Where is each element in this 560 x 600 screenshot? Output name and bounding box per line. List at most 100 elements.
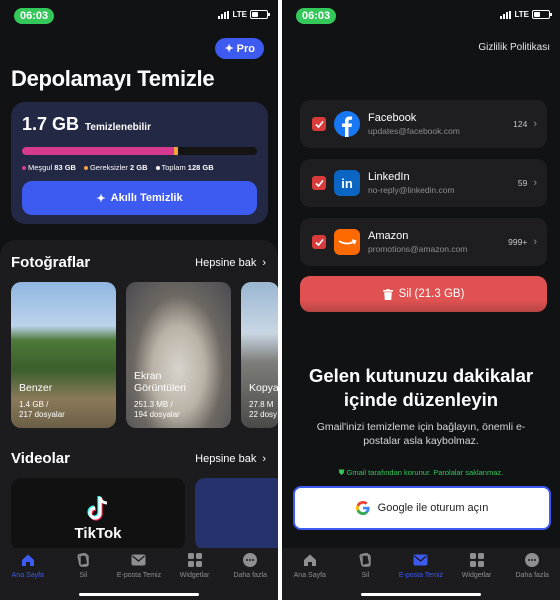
sender-name: LinkedIn [368,171,410,183]
legend-busy-value: 83 GB [54,163,76,172]
home-indicator [361,593,481,596]
photos-see-all-link[interactable]: Hepsine bak › [195,257,266,269]
photo-card-count: 194 dosyalar [134,410,180,419]
home-icon [303,552,317,568]
photo-card-screenshots[interactable]: Ekran Görüntüleri 251.3 MB / 194 dosyala… [126,282,231,428]
videos-header: Videolar Hepsine bak › [11,450,266,467]
cleanable-value: 1.7 GB [22,114,80,134]
email-clean-screen: 06:03 LTE Gizlilik Politikası Facebook u… [282,0,560,600]
facebook-logo-icon [334,111,360,137]
cards-icon [76,552,90,568]
sender-row-amazon[interactable]: Amazon promotions@amazon.com 999+ › [300,218,547,266]
chevron-right-icon: › [262,452,266,465]
signal-icon [218,10,230,19]
checkbox[interactable] [312,117,326,131]
amazon-logo-icon [334,229,360,255]
tab-label: Sil [361,572,370,579]
legend-unnecessary-value: 2 GB [130,163,148,172]
storage-bar [22,147,257,155]
see-all-label: Hepsine bak [195,452,257,465]
security-note-text: Gmail tarafından korunur. Parolalar sakl… [346,468,504,477]
photo-card-name: Ekran Görüntüleri [134,370,186,394]
status-bar: 06:03 LTE [0,8,278,24]
google-logo-icon [355,501,370,515]
security-note: ⛊ Gmail tarafından korunur. Parolalar sa… [282,468,560,478]
photo-card-count: 217 dosyalar [19,410,65,419]
tab-home[interactable]: Ana Sayfa [282,548,338,600]
tab-more[interactable]: Daha fazla [504,548,560,600]
checkbox[interactable] [312,235,326,249]
sender-email: updates@facebook.com [368,126,460,136]
sender-email: no-reply@linkedin.com [368,185,455,195]
tab-label: Widgetlar [461,572,492,579]
tab-bar: Ana Sayfa Sil E-posta Temiz Widgetlar Da… [282,548,560,600]
legend-total: Toplam 128 GB [155,163,214,172]
chevron-right-icon: › [533,118,537,130]
cleanable-summary: 1.7 GB Temizlenebilir [22,114,257,135]
hero-title: Gelen kutunuzu dakikalar içinde düzenley… [308,365,534,410]
more-icon [243,552,258,568]
status-time: 06:03 [14,8,55,24]
trash-icon [382,288,393,300]
sender-name: Amazon [368,230,409,242]
sender-row-facebook[interactable]: Facebook updates@facebook.com 124 › [300,100,547,148]
tab-label: Daha fazla [233,572,267,579]
email-count: 59 [517,178,528,188]
linkedin-logo-icon: in [334,170,360,196]
legend-dot [83,166,88,171]
smart-clean-button[interactable]: ✦ Akıllı Temizlik [22,181,257,215]
chevron-right-icon: › [262,256,266,269]
storage-card: 1.7 GB Temizlenebilir Meşgul 83 GB Gerek… [11,102,268,224]
tab-label: Sil [79,572,88,579]
check-icon [314,179,324,187]
tiktok-icon [87,495,108,521]
photo-card-name: Benzer [19,382,53,394]
chevron-right-icon: › [533,177,537,189]
legend-dot [155,166,160,171]
videos-see-all-link[interactable]: Hepsine bak › [195,453,266,465]
mail-icon [131,552,146,568]
tab-more[interactable]: Daha fazla [222,548,278,600]
status-bar: 06:03 LTE [282,8,560,24]
sparkle-icon: ✦ [96,192,106,205]
photos-title: Fotoğraflar [11,254,91,271]
chevron-right-icon: › [533,236,537,248]
pro-button[interactable]: ✦ Pro [215,38,264,59]
photos-header: Fotoğraflar Hepsine bak › [11,254,266,271]
sender-row-linkedin[interactable]: in LinkedIn no-reply@linkedin.com 59 › [300,159,547,207]
legend-busy: Meşgul 83 GB [22,163,76,172]
tab-label: Ana Sayfa [293,572,326,579]
videos-title: Videolar [11,450,70,467]
tab-label: Widgetlar [179,572,210,579]
privacy-policy-link[interactable]: Gizlilik Politikası [478,42,550,53]
photo-categories: Benzer 1.4 GB / 217 dosyalar Ekran Görün… [11,282,278,428]
more-icon [525,552,540,568]
delete-label: Sil (21.3 GB) [398,288,465,300]
photo-card-caption: Ekran Görüntüleri 251.3 MB / 194 dosyala… [134,370,186,420]
video-card-other[interactable] [195,478,278,550]
google-sign-in-button[interactable]: Google ile oturum açın [293,486,551,530]
tab-home[interactable]: Ana Sayfa [0,548,56,600]
checkbox[interactable] [312,176,326,190]
google-sign-in-label: Google ile oturum açın [377,502,489,514]
photo-card-size: 1.4 GB / [19,400,49,409]
email-count: 999+ [508,237,528,247]
photo-card-caption: Kopya 27.8 M 22 dosy [249,382,278,420]
battery-icon [250,10,270,19]
legend-total-label: Toplam [161,163,186,172]
photo-card-duplicates[interactable]: Kopya 27.8 M 22 dosy [241,282,278,428]
photo-card-similar[interactable]: Benzer 1.4 GB / 217 dosyalar [11,282,116,428]
sender-name: Facebook [368,112,417,124]
video-card-tiktok[interactable]: TikTok [11,478,185,550]
sparkle-icon: ✦ [224,43,234,55]
status-time: 06:03 [296,8,337,24]
legend-unnecessary: Gereksizler 2 GB [83,163,148,172]
photo-card-size: 251.3 MB / [134,400,173,409]
tiktok-label: TikTok [74,524,122,542]
home-icon [21,552,35,568]
photo-card-size: 27.8 M [249,400,274,409]
status-indicators: LTE [500,10,552,19]
network-type: LTE [514,10,529,19]
screenshot-pair: 06:03 LTE ✦ Pro Depolamayı Temizle 1.7 G… [0,0,560,600]
storage-bar-unnecessary [174,147,179,155]
